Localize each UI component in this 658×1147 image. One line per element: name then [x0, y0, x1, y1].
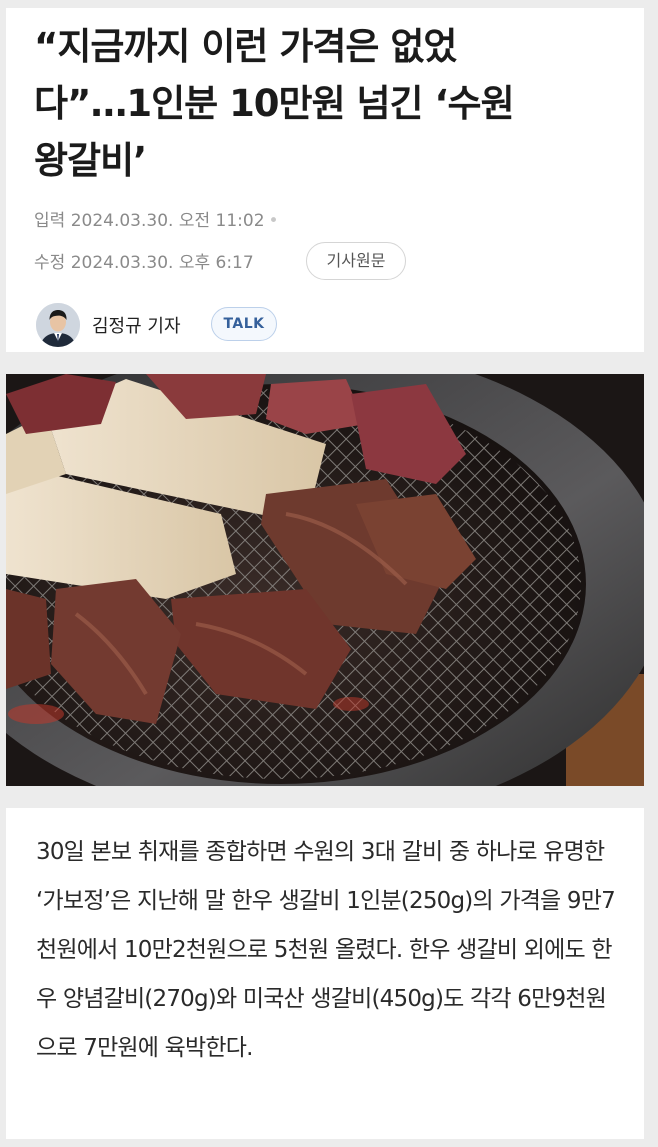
reporter-avatar[interactable]	[36, 303, 80, 347]
talk-button[interactable]: TALK	[211, 307, 277, 341]
edit-label: 수정	[34, 253, 66, 273]
separator-dot: •	[268, 211, 279, 231]
input-time: 2024.03.30. 오전 11:02	[70, 211, 265, 231]
article-header: “지금까지 이런 가격은 없었 다”…1인분 10만원 넘긴 ‘수원 왕갈비’ …	[6, 8, 644, 352]
article-headline: “지금까지 이런 가격은 없었 다”…1인분 10만원 넘긴 ‘수원 왕갈비’	[34, 25, 515, 182]
article-photo	[6, 374, 644, 786]
original-article-button[interactable]: 기사원문	[306, 242, 406, 280]
article-body: 30일 본보 취재를 종합하면 수원의 3대 갈비 중 하나로 유명한 ‘가보정…	[6, 808, 644, 1139]
published-time: 입력 2024.03.30. 오전 11:02 •	[34, 206, 279, 231]
body-paragraph: 30일 본보 취재를 종합하면 수원의 3대 갈비 중 하나로 유명한 ‘가보정…	[36, 839, 616, 1061]
reporter-photo-icon	[36, 303, 80, 347]
galbi-grill-image	[6, 374, 644, 786]
modified-time: 수정 2024.03.30. 오후 6:17	[34, 248, 254, 273]
edit-time: 2024.03.30. 오후 6:17	[70, 253, 254, 273]
reporter-name[interactable]: 김정규 기자	[92, 312, 181, 338]
input-label: 입력	[34, 211, 66, 231]
